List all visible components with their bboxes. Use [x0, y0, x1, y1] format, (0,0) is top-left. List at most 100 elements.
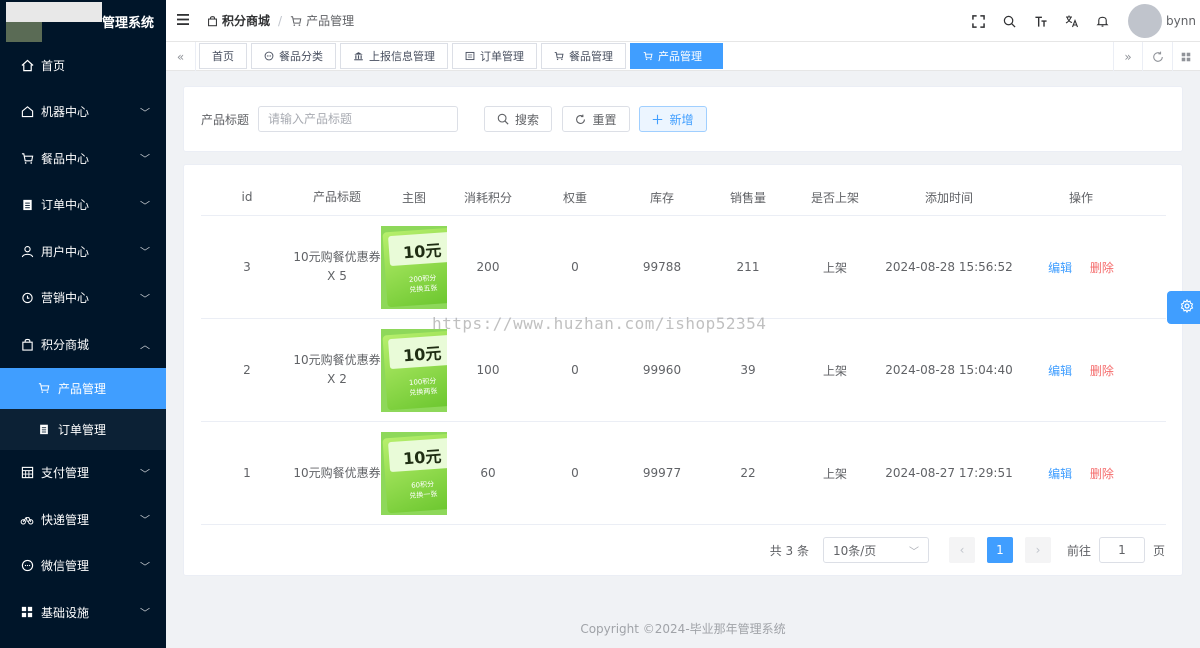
bank-icon	[353, 51, 364, 61]
sidebar-item-payment-management[interactable]: 支付管理 ﹀	[0, 450, 166, 497]
hamburger-menu-icon[interactable]	[177, 13, 189, 28]
chat-icon	[20, 559, 34, 573]
tag-home[interactable]: 首页	[199, 43, 247, 69]
watermark: https://www.huzhan.com/ishop52354	[432, 314, 767, 333]
sidebar-menu: 首页 机器中心 ﹀ 餐品中心 ﹀ 订单中心 ﹀ 用户中心 ﹀ 营销中心 ﹀ 积分…	[0, 42, 166, 636]
sidebar-item-label: 机器中心	[41, 105, 90, 120]
gear-icon	[1180, 298, 1194, 316]
breadcrumb-item-points-mall[interactable]: 积分商城	[207, 12, 270, 29]
sidebar-item-machine-center[interactable]: 机器中心 ﹀	[0, 89, 166, 136]
product-thumbnail[interactable]: 10元 60积分 兑换一张	[381, 431, 447, 515]
breadcrumb: 积分商城 / 产品管理	[207, 12, 354, 29]
sidebar-item-label: 支付管理	[41, 466, 90, 481]
tag-product-management[interactable]: 产品管理	[630, 43, 723, 69]
bell-icon[interactable]	[1087, 0, 1118, 42]
cell-sales: 211	[736, 260, 760, 274]
chevron-down-icon: ﹀	[140, 294, 150, 306]
sidebar-item-label: 餐品中心	[41, 151, 90, 166]
delete-link[interactable]: 删除	[1090, 261, 1114, 275]
sidebar-item-user-center[interactable]: 用户中心 ﹀	[0, 228, 166, 275]
sidebar-item-home[interactable]: 首页	[0, 42, 166, 89]
home-icon	[20, 58, 34, 72]
edit-link[interactable]: 编辑	[1048, 467, 1072, 481]
cell-title: 10元购餐优惠券	[293, 465, 381, 480]
house-icon	[20, 105, 34, 119]
chevron-down-icon: ﹀	[140, 608, 150, 620]
edit-link[interactable]: 编辑	[1048, 261, 1072, 275]
plus-icon	[652, 114, 663, 125]
font-size-icon[interactable]	[1025, 0, 1056, 42]
cart-icon	[643, 51, 653, 61]
add-button[interactable]: 新增	[639, 106, 707, 132]
thumb-subtext: 200积分 兑换五张	[408, 273, 438, 294]
cell-points: 100	[476, 363, 500, 377]
cart-icon	[37, 381, 51, 395]
scroll-right-icon[interactable]: »	[1113, 42, 1143, 71]
page-number-current[interactable]: 1	[986, 537, 1013, 563]
sidebar-subitem-order-management[interactable]: 订单管理	[0, 409, 166, 450]
product-title-input[interactable]	[258, 106, 458, 132]
thumb-subtext: 60积分 兑换一张	[409, 479, 438, 500]
translate-icon[interactable]	[1056, 0, 1087, 42]
table-row: 2 10元购餐优惠券 X 2 10元 100积分 兑换两张 100 0 9996…	[201, 319, 1166, 422]
delete-link[interactable]: 删除	[1090, 467, 1114, 481]
cell-title: 10元购餐优惠券 X 5	[293, 250, 381, 283]
sidebar-item-express-management[interactable]: 快递管理 ﹀	[0, 496, 166, 543]
cell-image: 10元 100积分 兑换两张	[381, 328, 447, 412]
tag-meal-management[interactable]: 餐品管理	[541, 43, 626, 69]
column-header: 主图	[401, 190, 426, 205]
cell-shelf-status: 上架	[822, 466, 847, 481]
fullscreen-icon[interactable]	[963, 0, 994, 42]
product-thumbnail[interactable]: 10元 200积分 兑换五张	[381, 225, 447, 309]
cell-operations: 编辑 删除	[1021, 465, 1141, 482]
cell-points: 60	[480, 466, 496, 480]
edit-link[interactable]: 编辑	[1048, 364, 1072, 378]
reset-button-label: 重置	[592, 112, 617, 127]
thumb-text: 10元	[402, 343, 443, 365]
logo-image-lower	[6, 22, 42, 42]
search-form: 产品标题 搜索 重置 新增	[183, 86, 1183, 152]
sidebar-item-marketing-center[interactable]: 营销中心 ﹀	[0, 275, 166, 322]
tags-view-bar: « 首页 餐品分类 上报信息管理 订单管理 餐品管理 产品管理 »	[166, 42, 1200, 71]
tag-report-info[interactable]: 上报信息管理	[340, 43, 448, 69]
submenu-points-mall: 产品管理 订单管理	[0, 367, 166, 450]
sidebar-item-meal-center[interactable]: 餐品中心 ﹀	[0, 135, 166, 182]
goto-page-input[interactable]: 1	[1098, 537, 1145, 563]
sidebar-item-wechat-management[interactable]: 微信管理 ﹀	[0, 543, 166, 590]
alarm-clock-icon	[20, 291, 34, 305]
user-icon	[20, 244, 34, 258]
next-page-button[interactable]: ›	[1024, 537, 1051, 563]
column-header: 添加时间	[924, 190, 973, 205]
search-button[interactable]: 搜索	[484, 106, 552, 132]
tag-label: 上报信息管理	[369, 50, 435, 63]
sidebar-item-order-center[interactable]: 订单中心 ﹀	[0, 182, 166, 229]
sidebar-item-points-mall[interactable]: 积分商城 ︿	[0, 321, 166, 368]
avatar[interactable]	[1128, 4, 1162, 38]
search-label: 产品标题	[201, 113, 250, 127]
tag-meal-category[interactable]: 餐品分类	[251, 43, 336, 69]
scroll-left-icon[interactable]: «	[166, 42, 196, 71]
cell-id: 1	[243, 466, 251, 480]
cell-id: 2	[243, 363, 251, 377]
search-icon[interactable]	[994, 0, 1025, 42]
tag-order-management[interactable]: 订单管理	[452, 43, 537, 69]
reset-button[interactable]: 重置	[562, 106, 630, 132]
grid-menu-icon[interactable]	[1172, 42, 1200, 71]
prev-page-button[interactable]: ‹	[948, 537, 975, 563]
sidebar-subitem-product-management[interactable]: 产品管理	[0, 367, 166, 409]
cell-title: 10元购餐优惠券 X 2	[293, 353, 381, 386]
settings-float-button[interactable]	[1167, 291, 1200, 324]
username[interactable]: bynn	[1166, 14, 1200, 28]
tag-label: 餐品分类	[279, 50, 323, 63]
sidebar-item-infrastructure[interactable]: 基础设施 ﹀	[0, 589, 166, 636]
search-button-label: 搜索	[514, 112, 539, 127]
page-size-select[interactable]: 10条/页 ﹀	[822, 537, 929, 563]
thumb-text: 10元	[402, 240, 443, 262]
delete-link[interactable]: 删除	[1090, 364, 1114, 378]
product-thumbnail[interactable]: 10元 100积分 兑换两张	[381, 328, 447, 412]
cell-sales: 39	[740, 363, 756, 377]
logo: 管理系统	[0, 0, 166, 42]
breadcrumb-label: 积分商城	[222, 14, 271, 28]
cell-shelf-status: 上架	[822, 363, 847, 378]
refresh-icon[interactable]	[1143, 42, 1173, 71]
